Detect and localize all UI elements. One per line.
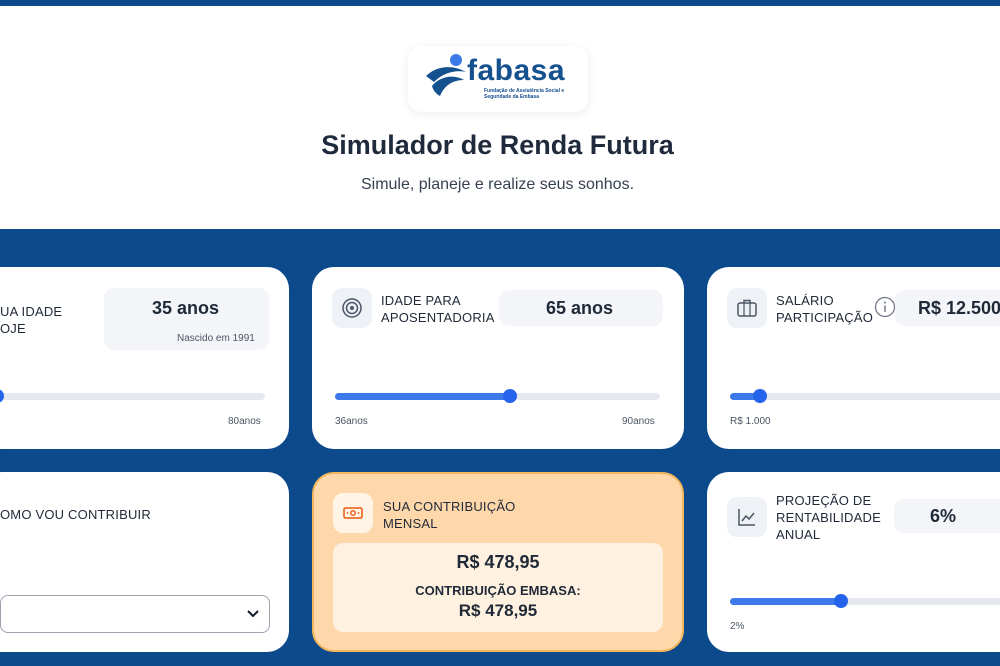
contribution-mode-label: OMO VOU CONTRIBUIR: [0, 507, 151, 522]
briefcase-icon: [727, 288, 767, 328]
current-age-value-box: 35 anos Nascido em 1991: [104, 288, 269, 350]
fabasa-logo-icon: [426, 54, 466, 96]
target-icon: [332, 288, 372, 328]
chevron-down-icon: [247, 610, 259, 618]
page-subtitle: Simule, planeje e realize seus sonhos.: [360, 176, 635, 193]
retirement-age-card: IDADE PARA APOSENTADORIA 65 anos 36anos …: [312, 267, 684, 449]
return-projection-slider-thumb[interactable]: [834, 594, 848, 608]
retirement-age-max-label: 90anos: [622, 416, 655, 427]
salary-card: SALÁRIO PARTICIPAÇÃO R$ 12.500 R$ 1.000: [707, 267, 1000, 449]
return-projection-min-label: 2%: [730, 621, 745, 632]
logo-text: fabasa: [467, 54, 566, 87]
salary-min-label: R$ 1.000: [730, 416, 771, 427]
current-age-slider[interactable]: [0, 389, 265, 403]
return-projection-slider-fill: [730, 598, 841, 605]
contribution-mode-select[interactable]: [0, 595, 270, 633]
current-age-value: 35 anos: [152, 298, 220, 318]
embasa-contribution-value: R$ 478,95: [458, 601, 538, 620]
retirement-age-min-label: 36anos: [335, 416, 368, 427]
retirement-age-slider[interactable]: [335, 389, 660, 403]
retirement-age-value: 65 anos: [546, 298, 614, 318]
return-projection-value-box: 6%: [894, 499, 1000, 533]
salary-slider[interactable]: [730, 389, 1000, 403]
current-age-label: UA IDADE OJE: [0, 304, 63, 336]
monthly-contribution-card: SUA CONTRIBUIÇÃO MENSAL R$ 478,95 CONTRI…: [312, 472, 684, 652]
return-projection-value: 6%: [930, 506, 957, 526]
chart-line-icon: [727, 497, 767, 537]
salary-value: R$ 12.500: [918, 298, 1000, 318]
monthly-contribution-label: SUA CONTRIBUIÇÃO MENSAL: [383, 499, 516, 531]
return-projection-slider[interactable]: [730, 594, 1000, 608]
current-age-max-label: 80anos: [228, 416, 261, 427]
salary-slider-thumb[interactable]: [753, 389, 767, 403]
page-title: Simulador de Renda Futura: [321, 130, 674, 160]
retirement-age-value-box: 65 anos: [499, 290, 663, 326]
retirement-age-slider-thumb[interactable]: [503, 389, 517, 403]
current-age-slider-thumb[interactable]: [0, 389, 4, 403]
salary-label: SALÁRIO PARTICIPAÇÃO: [776, 293, 874, 325]
embasa-contribution-label: CONTRIBUIÇÃO EMBASA:: [415, 583, 581, 598]
return-projection-label: PROJEÇÃO DE RENTABILIDADE ANUAL: [776, 493, 881, 542]
current-age-card: UA IDADE OJE 35 anos Nascido em 1991 80a…: [0, 267, 289, 449]
retirement-age-slider-fill: [335, 393, 510, 400]
birth-year-note: Nascido em 1991: [177, 333, 255, 344]
top-bar: [0, 0, 1000, 6]
retirement-age-label: IDADE PARA APOSENTADORIA: [381, 293, 495, 325]
return-projection-card: PROJEÇÃO DE RENTABILIDADE ANUAL 6% 2%: [707, 472, 1000, 652]
monthly-contribution-value: R$ 478,95: [456, 552, 540, 572]
money-icon: [333, 493, 373, 533]
info-icon[interactable]: [874, 296, 896, 318]
salary-value-box: R$ 12.500: [895, 290, 1000, 326]
logo-tagline: Fundação de Assistência Social e Segurid…: [484, 88, 565, 100]
contribution-summary-box: R$ 478,95 CONTRIBUIÇÃO EMBASA: R$ 478,95: [333, 543, 663, 632]
